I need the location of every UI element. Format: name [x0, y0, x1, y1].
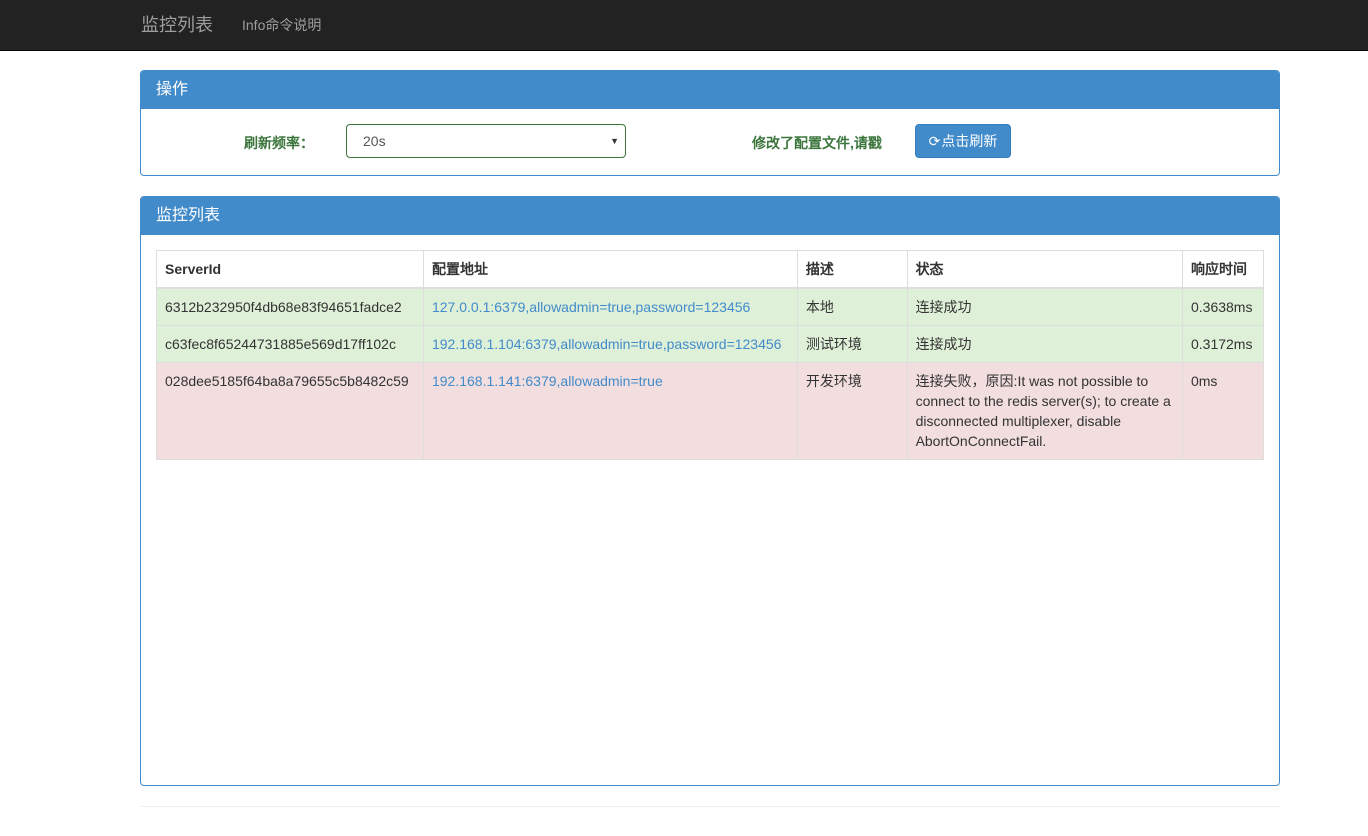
- cell-status: 连接成功: [906, 325, 1183, 363]
- cell-server-id: 6312b232950f4db68e83f94651fadce2: [156, 287, 424, 326]
- header-response-time: 响应时间: [1181, 250, 1265, 289]
- header-description: 描述: [796, 250, 908, 289]
- refresh-button[interactable]: ⟳点击刷新: [915, 124, 1011, 158]
- refresh-rate-select[interactable]: 20s ▼: [346, 124, 626, 158]
- cell-server-id: 028dee5185f64ba8a79655c5b8482c59: [156, 362, 424, 460]
- refresh-rate-label: 刷新频率：: [244, 135, 314, 151]
- cell-description: 本地: [796, 287, 908, 326]
- cell-address-link[interactable]: 192.168.1.104:6379,allowadmin=true,passw…: [422, 325, 798, 363]
- monitor-list-panel: 监控列表 ServerId 配置地址 描述 状态 响应时间 6312b23295…: [140, 196, 1280, 786]
- cell-address-link[interactable]: 192.168.1.141:6379,allowadmin=true: [422, 362, 798, 460]
- operations-panel: 操作 刷新频率： 20s ▼ 修改了配置文件,请戳 ⟳点击刷新: [140, 70, 1280, 176]
- cell-status: 连接成功: [906, 287, 1183, 326]
- caret-down-icon: ▼: [610, 136, 619, 146]
- table-row: c63fec8f65244731885e569d17ff102c 192.168…: [156, 325, 1265, 363]
- cell-response-time: 0.3638ms: [1181, 287, 1265, 326]
- monitor-list-panel-title: 监控列表: [141, 197, 1279, 235]
- header-server-id: ServerId: [156, 250, 424, 289]
- cell-response-time: 0.3172ms: [1181, 325, 1265, 363]
- refresh-icon: ⟳: [928, 133, 941, 149]
- table-row: 6312b232950f4db68e83f94651fadce2 127.0.0…: [156, 287, 1265, 326]
- cell-description: 开发环境: [796, 362, 908, 460]
- table-header-row: ServerId 配置地址 描述 状态 响应时间: [156, 250, 1265, 289]
- refresh-button-label: 点击刷新: [941, 133, 998, 149]
- config-changed-message: 修改了配置文件,请戳: [752, 135, 882, 151]
- top-navbar: 监控列表 Info命令说明: [0, 0, 1368, 51]
- monitor-table: ServerId 配置地址 描述 状态 响应时间 6312b232950f4db…: [156, 250, 1265, 460]
- table-row: 028dee5185f64ba8a79655c5b8482c59 192.168…: [156, 362, 1265, 460]
- operations-panel-title: 操作: [141, 71, 1279, 109]
- header-config-address: 配置地址: [422, 250, 798, 289]
- refresh-rate-value: 20s: [363, 133, 386, 149]
- cell-description: 测试环境: [796, 325, 908, 363]
- cell-response-time: 0ms: [1181, 362, 1265, 460]
- cell-server-id: c63fec8f65244731885e569d17ff102c: [156, 325, 424, 363]
- navbar-brand[interactable]: 监控列表: [141, 0, 213, 50]
- header-status: 状态: [906, 250, 1183, 289]
- nav-link-info-commands[interactable]: Info命令说明: [242, 0, 321, 50]
- cell-status: 连接失败，原因:It was not possible to connect t…: [906, 362, 1183, 460]
- footer-divider: [140, 806, 1280, 807]
- cell-address-link[interactable]: 127.0.0.1:6379,allowadmin=true,password=…: [422, 287, 798, 326]
